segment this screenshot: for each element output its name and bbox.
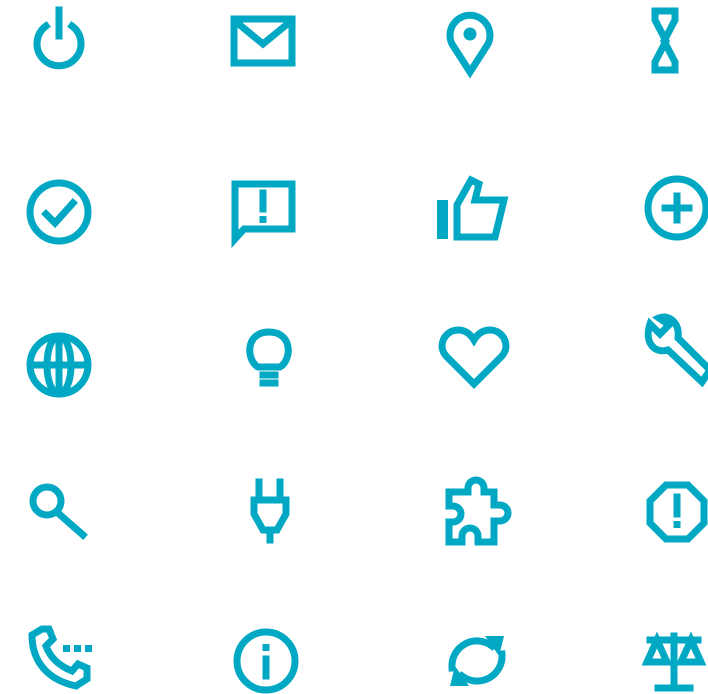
- lightbulb-icon: [246, 328, 292, 387]
- globe-icon: [26, 332, 92, 398]
- wrench-icon: [644, 313, 708, 388]
- icon-grid: [0, 0, 708, 694]
- scale-icon: [641, 631, 707, 692]
- power-icon: [33, 6, 85, 70]
- comment-alert-icon: [231, 180, 296, 249]
- search-icon: [29, 483, 88, 540]
- refresh-icon: [448, 636, 506, 686]
- plug-icon: [250, 478, 290, 544]
- heart-icon: [438, 326, 510, 389]
- info-circle-icon: [233, 628, 299, 694]
- alert-octagon-icon: [646, 481, 708, 543]
- map-pin-icon: [446, 11, 494, 79]
- thumbs-up-icon: [437, 175, 509, 241]
- plus-circle-icon: [644, 175, 708, 241]
- phone-dots-icon: [28, 625, 92, 690]
- puzzle-piece-icon: [445, 476, 512, 546]
- hourglass-icon: [651, 7, 679, 74]
- envelope-icon: [230, 15, 296, 67]
- check-circle-icon: [26, 179, 92, 245]
